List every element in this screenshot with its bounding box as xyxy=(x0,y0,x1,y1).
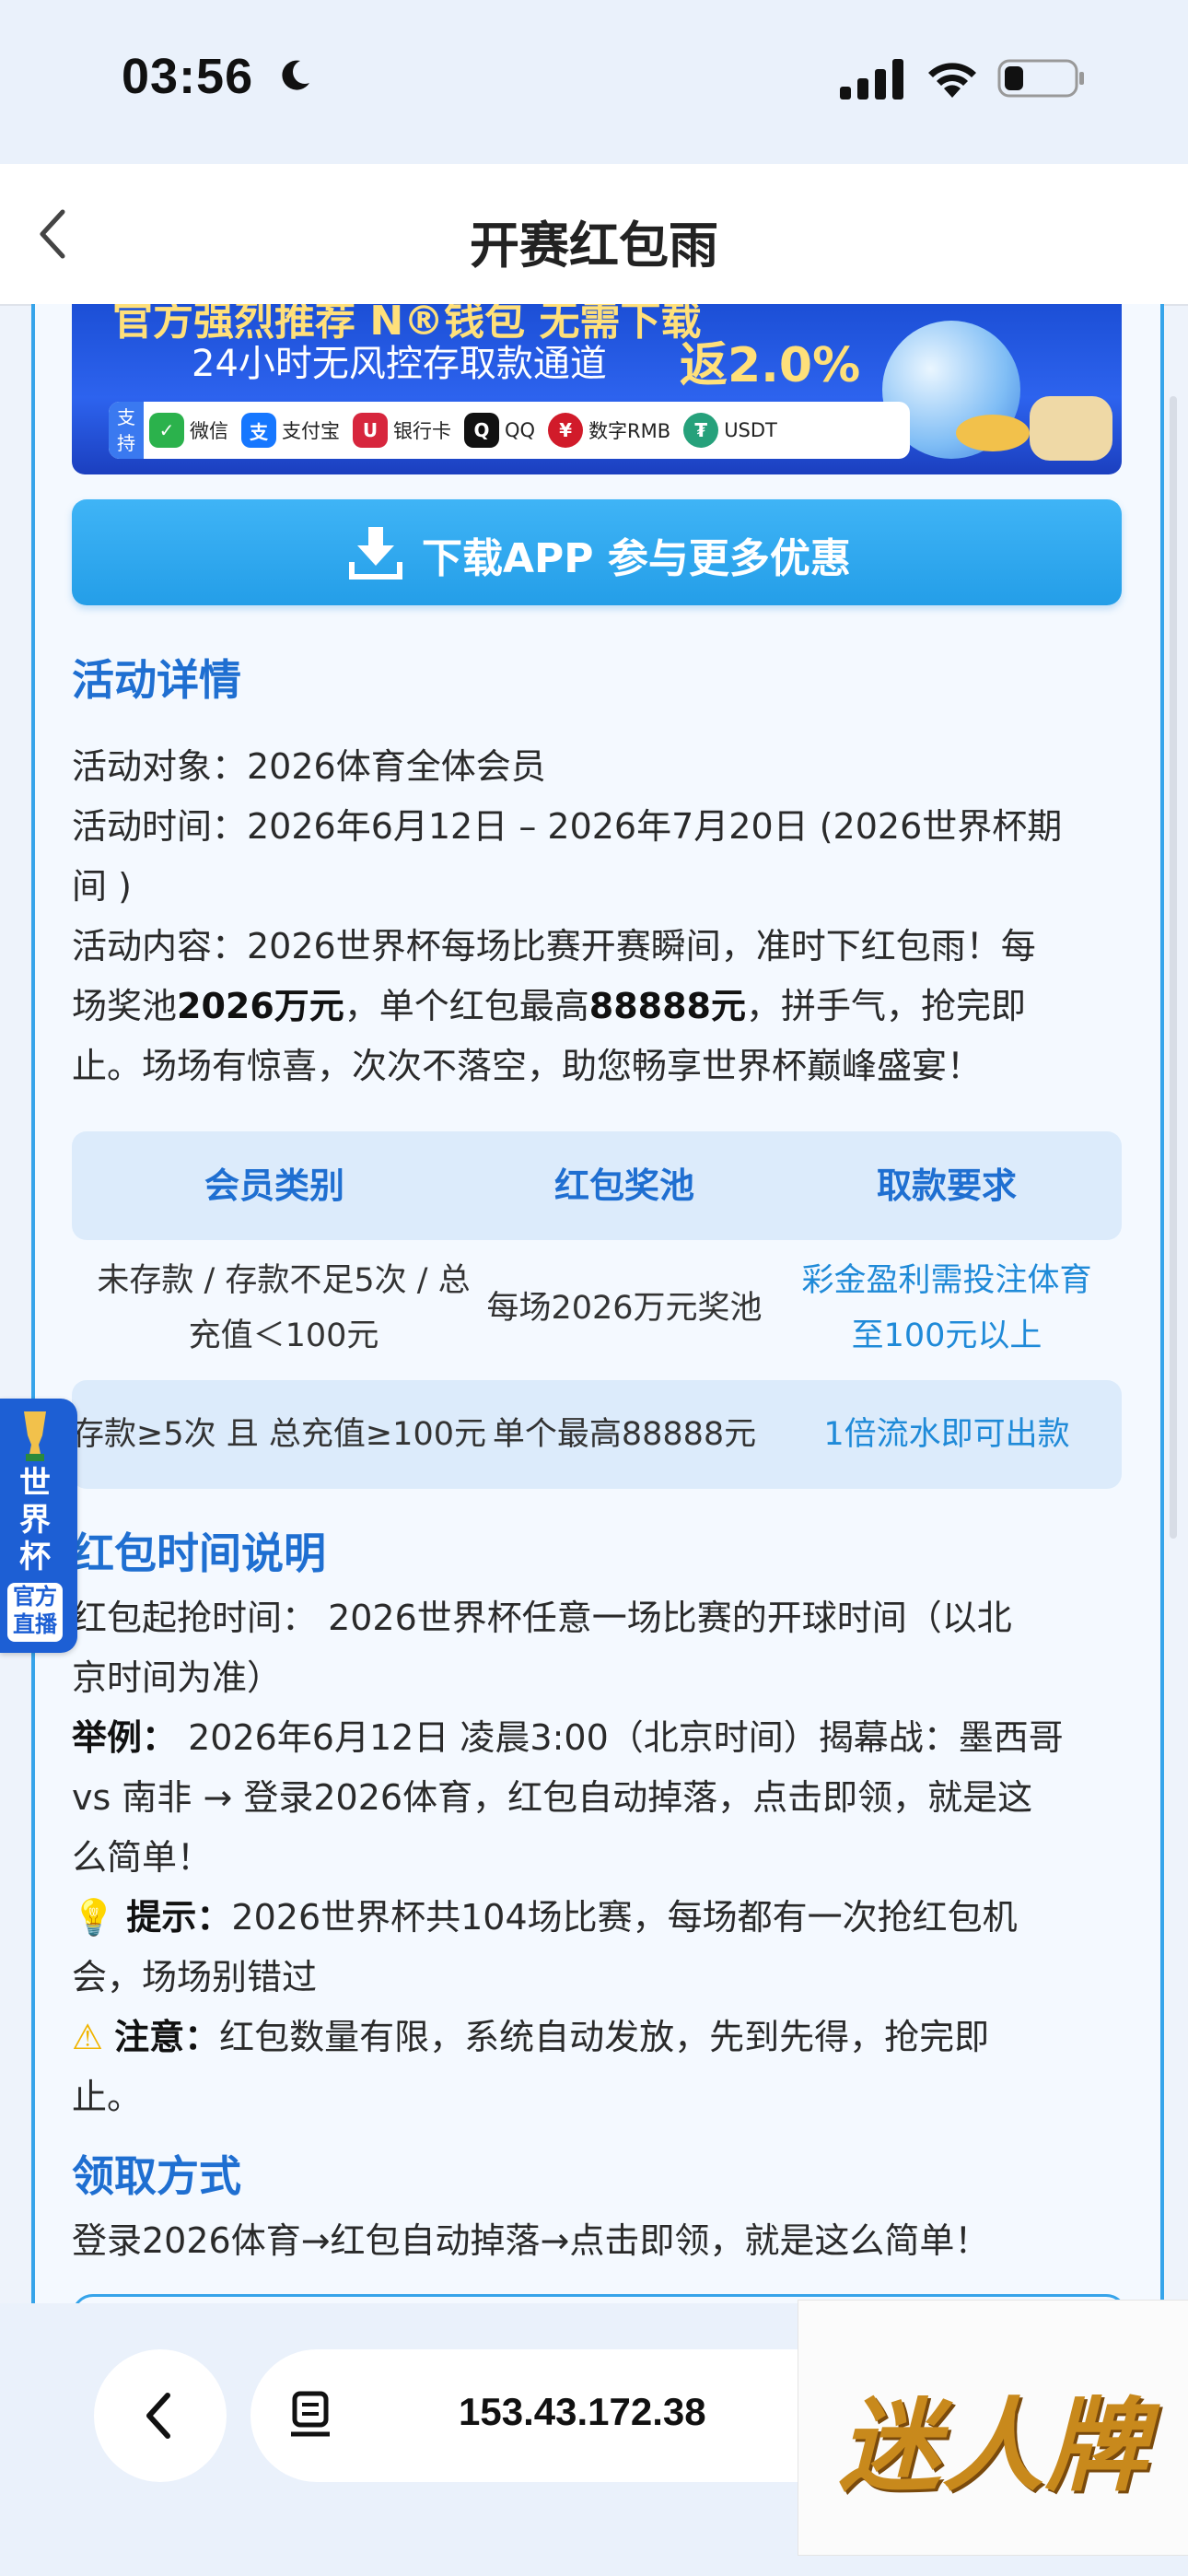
reader-icon xyxy=(291,2391,330,2437)
tip-cont: 会，场场别错过 xyxy=(72,1957,318,1997)
tip: 💡 提示：2026世界杯共104场比赛，每场都有一次抢红包机 xyxy=(72,1897,1018,1938)
example-end: 么简单！ xyxy=(72,1837,213,1878)
details-target: 活动对象：2026体育全体会员 xyxy=(72,746,546,787)
payment-methods-strip: 支持 ✓ 微信 支支付宝 U 银行卡 Q QQ ¥ 数字RMB ₮ USDT xyxy=(109,402,910,459)
usdt-icon: ₮ xyxy=(683,413,719,448)
table-cell: 每场2026万元奖池 xyxy=(486,1290,763,1327)
scrollbar[interactable] xyxy=(1170,396,1177,1539)
support-label: 支持 xyxy=(109,402,144,459)
page-title: 开赛红包雨 xyxy=(470,217,718,275)
table-header-cell: 取款要求 xyxy=(876,1165,1017,1206)
table-cell: 未存款 / 存款不足5次 / 总充值＜100元 xyxy=(97,1262,471,1354)
browser-back-button[interactable] xyxy=(94,2349,227,2482)
battery-icon xyxy=(997,59,1084,98)
table-row: 存款≥5次 且 总充值≥100元 单个最高88888元 1倍流水即可出款 xyxy=(72,1380,1122,1489)
payment-label: USDT xyxy=(724,419,777,441)
table-cell: 1倍流水即可出款 xyxy=(823,1416,1070,1453)
note-cont: 止。 xyxy=(72,2077,143,2117)
status-bar: 03:56 xyxy=(0,0,1188,164)
details-time: 活动时间：2026年6月12日 – 2026年7月20日 (2026世界杯期 xyxy=(72,806,1063,847)
details-content-cont: 场奖池2026万元，单个红包最高88888元，拼手气，抢完即 xyxy=(72,986,1027,1026)
live-label: 官方直播 xyxy=(7,1583,63,1642)
download-icon xyxy=(349,527,402,580)
payment-label: 银行卡 xyxy=(393,420,451,442)
warning-icon: ⚠ xyxy=(72,2017,115,2057)
status-time: 03:56 xyxy=(122,49,254,104)
watermark-text: 迷人牌 xyxy=(839,2386,1148,2505)
banner-subline: 24小时无风控存取款通道 xyxy=(192,343,607,385)
time-heading: 红包时间说明 xyxy=(72,1528,326,1578)
example: 举例： 2026年6月12日 凌晨3:00（北京时间）揭幕战：墨西哥 xyxy=(72,1717,1064,1758)
table-header: 会员类别 红包奖池 取款要求 xyxy=(72,1131,1122,1240)
payment-label: QQ xyxy=(505,419,536,441)
example-cont: vs 南非 → 登录2026体育，红包自动掉落，点击即领，就是这 xyxy=(72,1777,1033,1818)
table-cell: 单个最高88888元 xyxy=(492,1416,757,1453)
url-text: 153.43.172.38 xyxy=(459,2390,706,2433)
alipay-icon: 支 xyxy=(241,413,276,448)
coin-graphic xyxy=(956,415,1030,451)
table-cell: 彩金盈利需投注体育 至100元以上 xyxy=(801,1262,1092,1354)
lightbulb-icon: 💡 xyxy=(72,1897,127,1938)
payment-label: 微信 xyxy=(190,420,228,442)
unionpay-icon: U xyxy=(353,413,388,448)
moon-icon xyxy=(282,60,309,90)
details-content-end: 止。场场有惊喜，次次不落空，助您畅享世界杯巅峰盛宴！ xyxy=(72,1046,983,1086)
payment-qq: Q QQ xyxy=(464,413,535,448)
payment-usdt: ₮ USDT xyxy=(683,413,777,448)
details-content: 活动内容：2026世界杯每场比赛开赛瞬间，准时下红包雨！每 xyxy=(72,926,1036,966)
wifi-icon xyxy=(928,63,976,98)
details-heading: 活动详情 xyxy=(72,655,241,705)
promo-content[interactable]: 官方强烈推荐 N®钱包 无需下载 24小时无风控存取款通道 返2.0% 支持 ✓… xyxy=(31,304,1164,2303)
payment-ecny: ¥ 数字RMB xyxy=(548,413,670,448)
coin-graphic xyxy=(1030,396,1112,461)
claim-heading: 领取方式 xyxy=(72,2151,241,2201)
watermark: 迷人牌 xyxy=(798,2300,1188,2556)
table-header-cell: 红包奖池 xyxy=(553,1165,694,1206)
world-cup-label: 世界杯 xyxy=(19,1465,51,1575)
claim-text: 登录2026体育→红包自动掉落→点击即领，就是这么简单！ xyxy=(72,2220,990,2261)
payment-alipay: 支支付宝 xyxy=(241,413,340,448)
world-cup-live-tab[interactable]: 世界杯 官方直播 xyxy=(0,1399,77,1653)
table-cell: 存款≥5次 且 总充值≥100元 xyxy=(72,1416,486,1453)
payment-bank: U 银行卡 xyxy=(353,413,451,448)
payment-wechat: ✓ 微信 xyxy=(149,413,228,448)
signal-icon xyxy=(840,59,903,100)
wechat-icon: ✓ xyxy=(149,413,184,448)
wallet-banner[interactable]: 官方强烈推荐 N®钱包 无需下载 24小时无风控存取款通道 返2.0% 支持 ✓… xyxy=(72,304,1122,474)
start-time-cont: 京时间为准） xyxy=(72,1657,283,1698)
details-text: 活动对象：2026体育全体会员 活动时间：2026年6月12日 – 2026年7… xyxy=(72,737,1131,1096)
table-header-cell: 会员类别 xyxy=(204,1165,344,1206)
banner-rebate: 返2.0% xyxy=(680,338,861,393)
nav-bar: 开赛红包雨 xyxy=(0,164,1188,306)
trophy-icon xyxy=(24,1411,46,1461)
details-time-cont: 间 ) xyxy=(72,866,132,907)
qq-icon: Q xyxy=(464,413,499,448)
start-time: 红包起抢时间： 2026世界杯任意一场比赛的开球时间（以北 xyxy=(72,1598,1012,1638)
back-icon xyxy=(146,2393,170,2439)
ecny-icon: ¥ xyxy=(548,413,584,448)
download-label: 下载APP 参与更多优惠 xyxy=(422,535,851,582)
time-text: 红包起抢时间： 2026世界杯任意一场比赛的开球时间（以北 京时间为准） 举例：… xyxy=(72,1588,1131,2127)
note: ⚠ 注意：红包数量有限，系统自动发放，先到先得，抢完即 xyxy=(72,2017,990,2057)
download-app-button[interactable]: 下载APP 参与更多优惠 xyxy=(72,499,1122,605)
payment-label: 支付宝 xyxy=(282,420,340,442)
payment-label: 数字RMB xyxy=(588,420,671,442)
